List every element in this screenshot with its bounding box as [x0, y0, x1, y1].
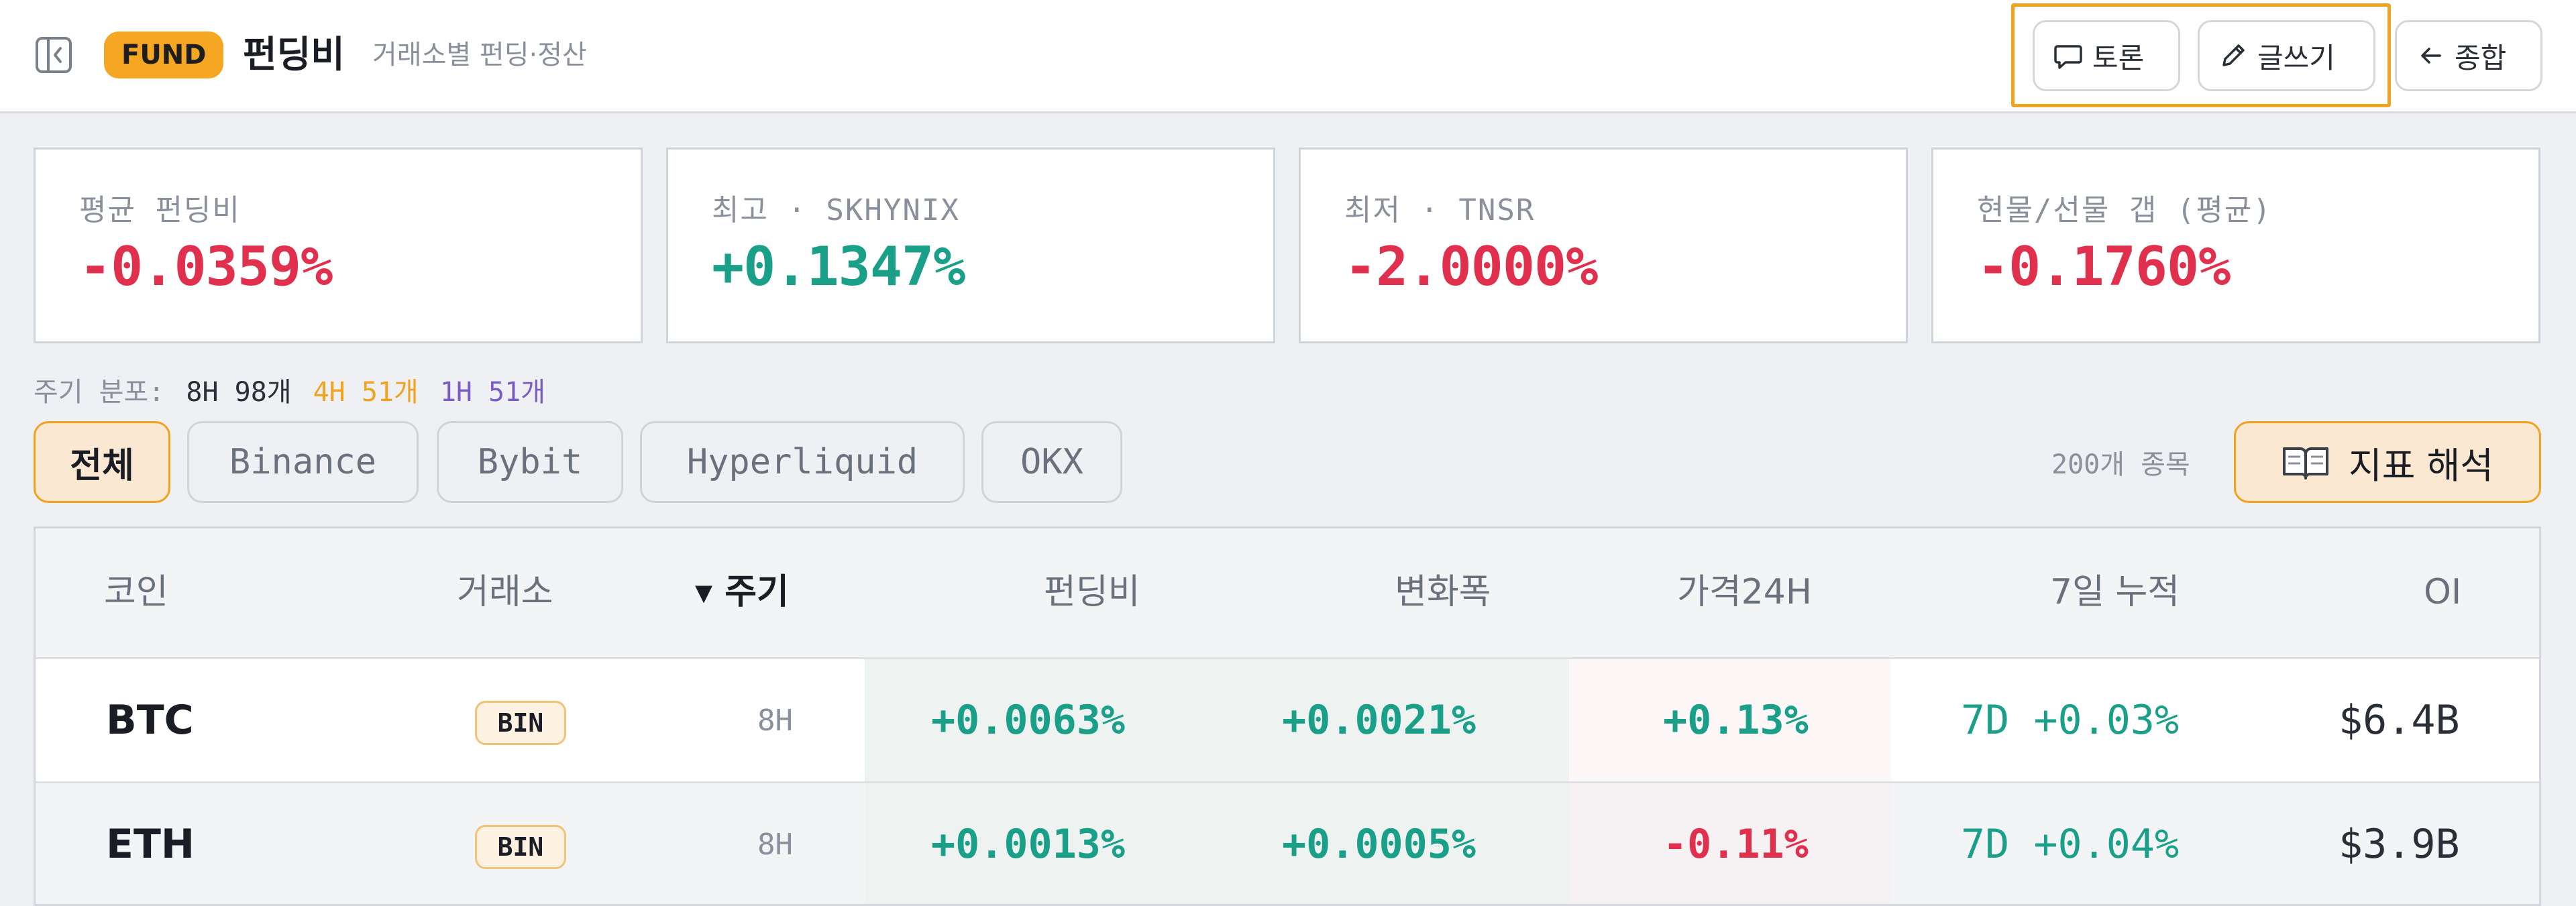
arrow-left-icon: [2421, 48, 2441, 64]
price24h-value: -0.11%: [1663, 821, 1809, 868]
stat-card-lowest: 최저 · TNSR -2.0000%: [1299, 148, 1908, 343]
back-to-overview-button[interactable]: 종합: [2395, 20, 2542, 91]
period-value: 8H: [757, 703, 793, 738]
oi-value: $6.4B: [2339, 697, 2460, 744]
stat-label: 최고 · SKHYNIX: [712, 193, 960, 227]
cycle-1h-count: 1H 51개: [439, 377, 546, 408]
funding-table: 코인 거래소 ▾ 주기 펀딩비 변화폭 가격24H 7일 누적 OI BTC B…: [34, 526, 2541, 906]
oi-value: $3.9B: [2339, 821, 2460, 868]
cycle-distribution: 주기 분포: 8H 98개 4H 51개 1H 51개: [34, 370, 545, 409]
funding-value: +0.0063%: [931, 697, 1125, 744]
tab-okx[interactable]: OKX: [981, 421, 1122, 503]
coin-symbol: BTC: [106, 697, 194, 744]
coin-symbol: ETH: [106, 821, 195, 868]
funding-value: +0.0013%: [931, 821, 1125, 868]
stat-card-average: 평균 펀딩비 -0.0359%: [34, 148, 643, 343]
stat-value: +0.1347%: [712, 235, 965, 298]
tab-bybit[interactable]: Bybit: [437, 421, 623, 503]
table-row[interactable]: ETH BIN 8H +0.0013% +0.0005% -0.11% 7D +…: [36, 783, 2539, 904]
exchange-badge: BIN: [475, 825, 566, 869]
stat-card-highest: 최고 · SKHYNIX +0.1347%: [666, 148, 1275, 343]
top-bar: FUND 펀딩비 거래소별 펀딩·정산 토론 글쓰기 종합: [0, 0, 2576, 113]
cum7d-value: 7D +0.04%: [1961, 821, 2180, 868]
cum7d-value: 7D +0.03%: [1961, 697, 2180, 744]
col-funding[interactable]: 펀딩비: [1044, 569, 1140, 616]
exchange-badge: BIN: [475, 701, 566, 745]
discuss-label: 토론: [2092, 41, 2145, 74]
chat-bubble-icon: [2054, 45, 2082, 69]
stat-label: 최저 · TNSR: [1344, 193, 1536, 227]
pencil-icon: [2222, 44, 2245, 66]
cycle-8h-count: 8H 98개: [186, 377, 292, 408]
table-header: 코인 거래소 ▾ 주기 펀딩비 변화폭 가격24H 7일 누적 OI: [36, 528, 2539, 659]
stat-value: -2.0000%: [1344, 235, 1598, 298]
col-change[interactable]: 변화폭: [1395, 569, 1491, 616]
col-cum7d[interactable]: 7일 누적: [2050, 569, 2180, 616]
sidebar-collapse-icon[interactable]: [35, 36, 72, 74]
tab-all[interactable]: 전체: [34, 421, 170, 503]
tab-binance[interactable]: Binance: [187, 421, 419, 503]
write-button[interactable]: 글쓰기: [2198, 20, 2375, 91]
guide-label: 지표 해석: [2349, 444, 2493, 487]
discuss-button[interactable]: 토론: [2033, 20, 2180, 91]
period-value: 8H: [757, 827, 793, 862]
indicator-guide-button[interactable]: 지표 해석: [2234, 421, 2541, 503]
stat-label: 평균 펀딩비: [79, 193, 241, 227]
change-value: +0.0005%: [1282, 821, 1476, 868]
page-title: 펀딩비: [243, 33, 345, 76]
symbol-count: 200개 종목: [2051, 449, 2190, 480]
price24h-value: +0.13%: [1663, 697, 1809, 744]
stat-value: -0.1760%: [1977, 235, 2231, 298]
col-coin[interactable]: 코인: [104, 569, 168, 616]
stat-label: 현물/선물 갭 (평균): [1977, 193, 2272, 227]
page-subtitle: 거래소별 펀딩·정산: [372, 40, 587, 70]
col-oi[interactable]: OI: [2424, 569, 2461, 616]
write-label: 글쓰기: [2257, 41, 2335, 74]
table-row[interactable]: BTC BIN 8H +0.0063% +0.0021% +0.13% 7D +…: [36, 659, 2539, 783]
col-exchange[interactable]: 거래소: [457, 569, 553, 616]
stat-card-spot-futures-gap: 현물/선물 갭 (평균) -0.1760%: [1931, 148, 2540, 343]
col-period[interactable]: ▾ 주기: [695, 569, 789, 616]
cycle-4h-count: 4H 51개: [313, 377, 419, 408]
cycle-label: 주기 분포:: [34, 377, 165, 408]
stat-value: -0.0359%: [79, 235, 333, 298]
change-value: +0.0021%: [1282, 697, 1476, 744]
tab-hyperliquid[interactable]: Hyperliquid: [640, 421, 965, 503]
open-book-icon: [2283, 447, 2329, 479]
col-price24h[interactable]: 가격24H: [1677, 569, 1812, 616]
fund-badge: FUND: [104, 32, 224, 78]
back-label: 종합: [2455, 41, 2507, 74]
